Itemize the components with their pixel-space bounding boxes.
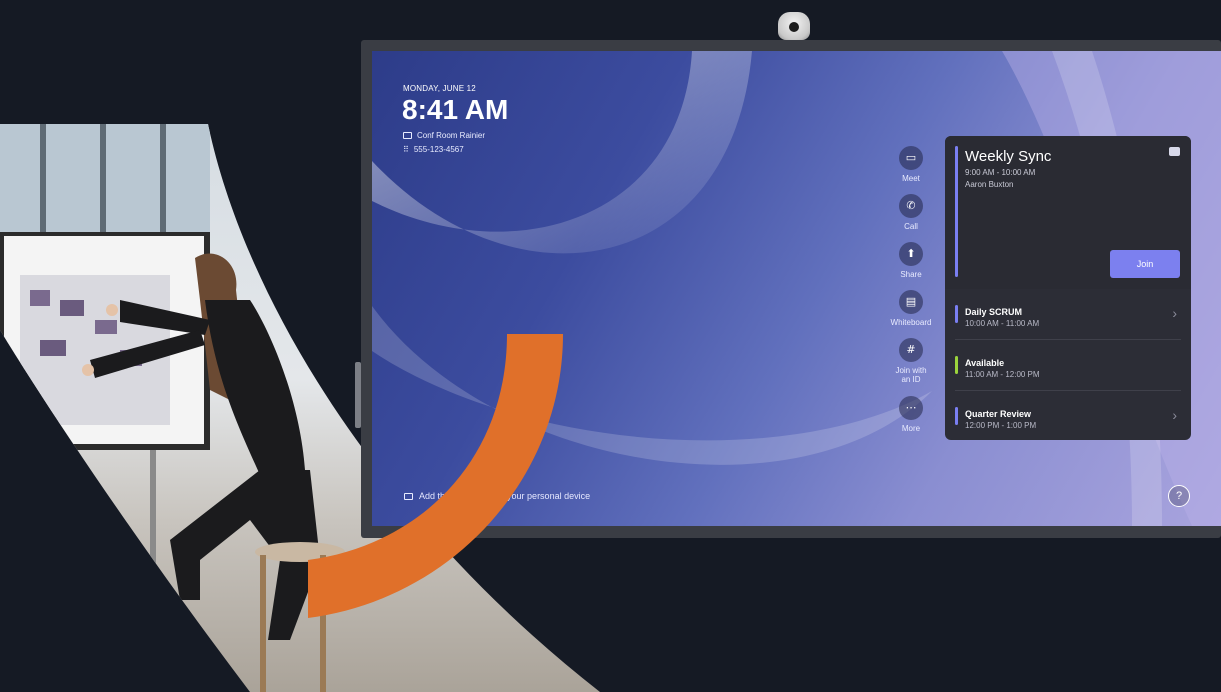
whiteboard-icon: ▤: [899, 290, 923, 314]
share-icon: ⬆: [899, 242, 923, 266]
meeting-time: 9:00 AM - 10:00 AM: [965, 168, 1036, 177]
teams-icon: [1169, 147, 1180, 156]
agenda-time: 12:00 PM - 1:00 PM: [965, 421, 1037, 430]
whiteboard-label: Whiteboard: [890, 318, 932, 327]
meeting-organizer: Aaron Buxton: [965, 180, 1014, 189]
teams-room-screen: MONDAY, JUNE 12 8:41 AM Conf Room Rainie…: [372, 51, 1221, 526]
video-icon: ▭: [899, 146, 923, 170]
dialpad-icon: ⠿: [403, 145, 409, 154]
agenda-color-bar: [955, 356, 958, 374]
hint-text: Add this meeting with your personal devi…: [419, 491, 591, 501]
meet-label: Meet: [902, 174, 920, 183]
agenda-item-available: Available 11:00 AM - 12:00 PM: [945, 342, 1191, 392]
whiteboard-button[interactable]: ▤ Whiteboard: [884, 290, 938, 327]
date-label: MONDAY, JUNE 12: [403, 84, 476, 93]
more-button[interactable]: ⋯ More: [884, 396, 938, 433]
agenda-color-bar: [955, 407, 958, 425]
current-meeting-card[interactable]: Weekly Sync 9:00 AM - 10:00 AM Aaron Bux…: [945, 136, 1191, 289]
chevron-right-icon: ›: [1172, 305, 1177, 321]
share-label: Share: [900, 270, 922, 279]
hash-icon: #: [899, 338, 923, 362]
agenda-title: Quarter Review: [965, 409, 1032, 419]
agenda-time: 10:00 AM - 11:00 AM: [965, 319, 1040, 328]
device-icon: [404, 492, 413, 500]
agenda-color-bar: [955, 305, 958, 323]
camera-icon: [778, 12, 810, 40]
more-label: More: [901, 424, 921, 433]
call-button[interactable]: ✆ Call: [884, 194, 938, 231]
agenda-title: Available: [965, 358, 1005, 368]
clock-time: 8:41 AM: [402, 94, 509, 125]
phone-icon: ✆: [899, 194, 923, 218]
screen-icon: [403, 132, 412, 139]
call-label: Call: [904, 222, 918, 231]
share-button[interactable]: ⬆ Share: [884, 242, 938, 279]
join-with-id-label: Join with an ID: [895, 366, 927, 384]
room-label: Conf Room Rainier: [417, 131, 486, 140]
display-handle: [355, 362, 361, 428]
agenda-title: Daily SCRUM: [965, 307, 1023, 317]
room-phone: ⠿ 555-123-4567: [403, 145, 464, 154]
join-with-id-button[interactable]: # Join with an ID: [884, 338, 938, 384]
help-icon[interactable]: ?: [1168, 485, 1190, 507]
meetings-panel: Weekly Sync 9:00 AM - 10:00 AM Aaron Bux…: [945, 136, 1191, 440]
phone-label: 555-123-4567: [413, 145, 464, 154]
agenda-item-daily-scrum[interactable]: Daily SCRUM 10:00 AM - 11:00 AM ›: [945, 291, 1191, 341]
chevron-right-icon: ›: [1172, 407, 1177, 423]
meeting-accent-bar: [955, 146, 958, 277]
more-icon: ⋯: [899, 396, 923, 420]
agenda-time: 11:00 AM - 12:00 PM: [965, 370, 1040, 379]
divider: [955, 390, 1181, 391]
room-name: Conf Room Rainier: [403, 131, 485, 140]
agenda-item-quarter-review[interactable]: Quarter Review 12:00 PM - 1:00 PM ›: [945, 393, 1191, 440]
divider: [955, 339, 1181, 340]
personal-device-hint: Add this meeting with your personal devi…: [404, 491, 590, 501]
meeting-title: Weekly Sync: [965, 148, 1052, 165]
join-button[interactable]: Join: [1110, 250, 1180, 278]
meet-button[interactable]: ▭ Meet: [884, 146, 938, 183]
